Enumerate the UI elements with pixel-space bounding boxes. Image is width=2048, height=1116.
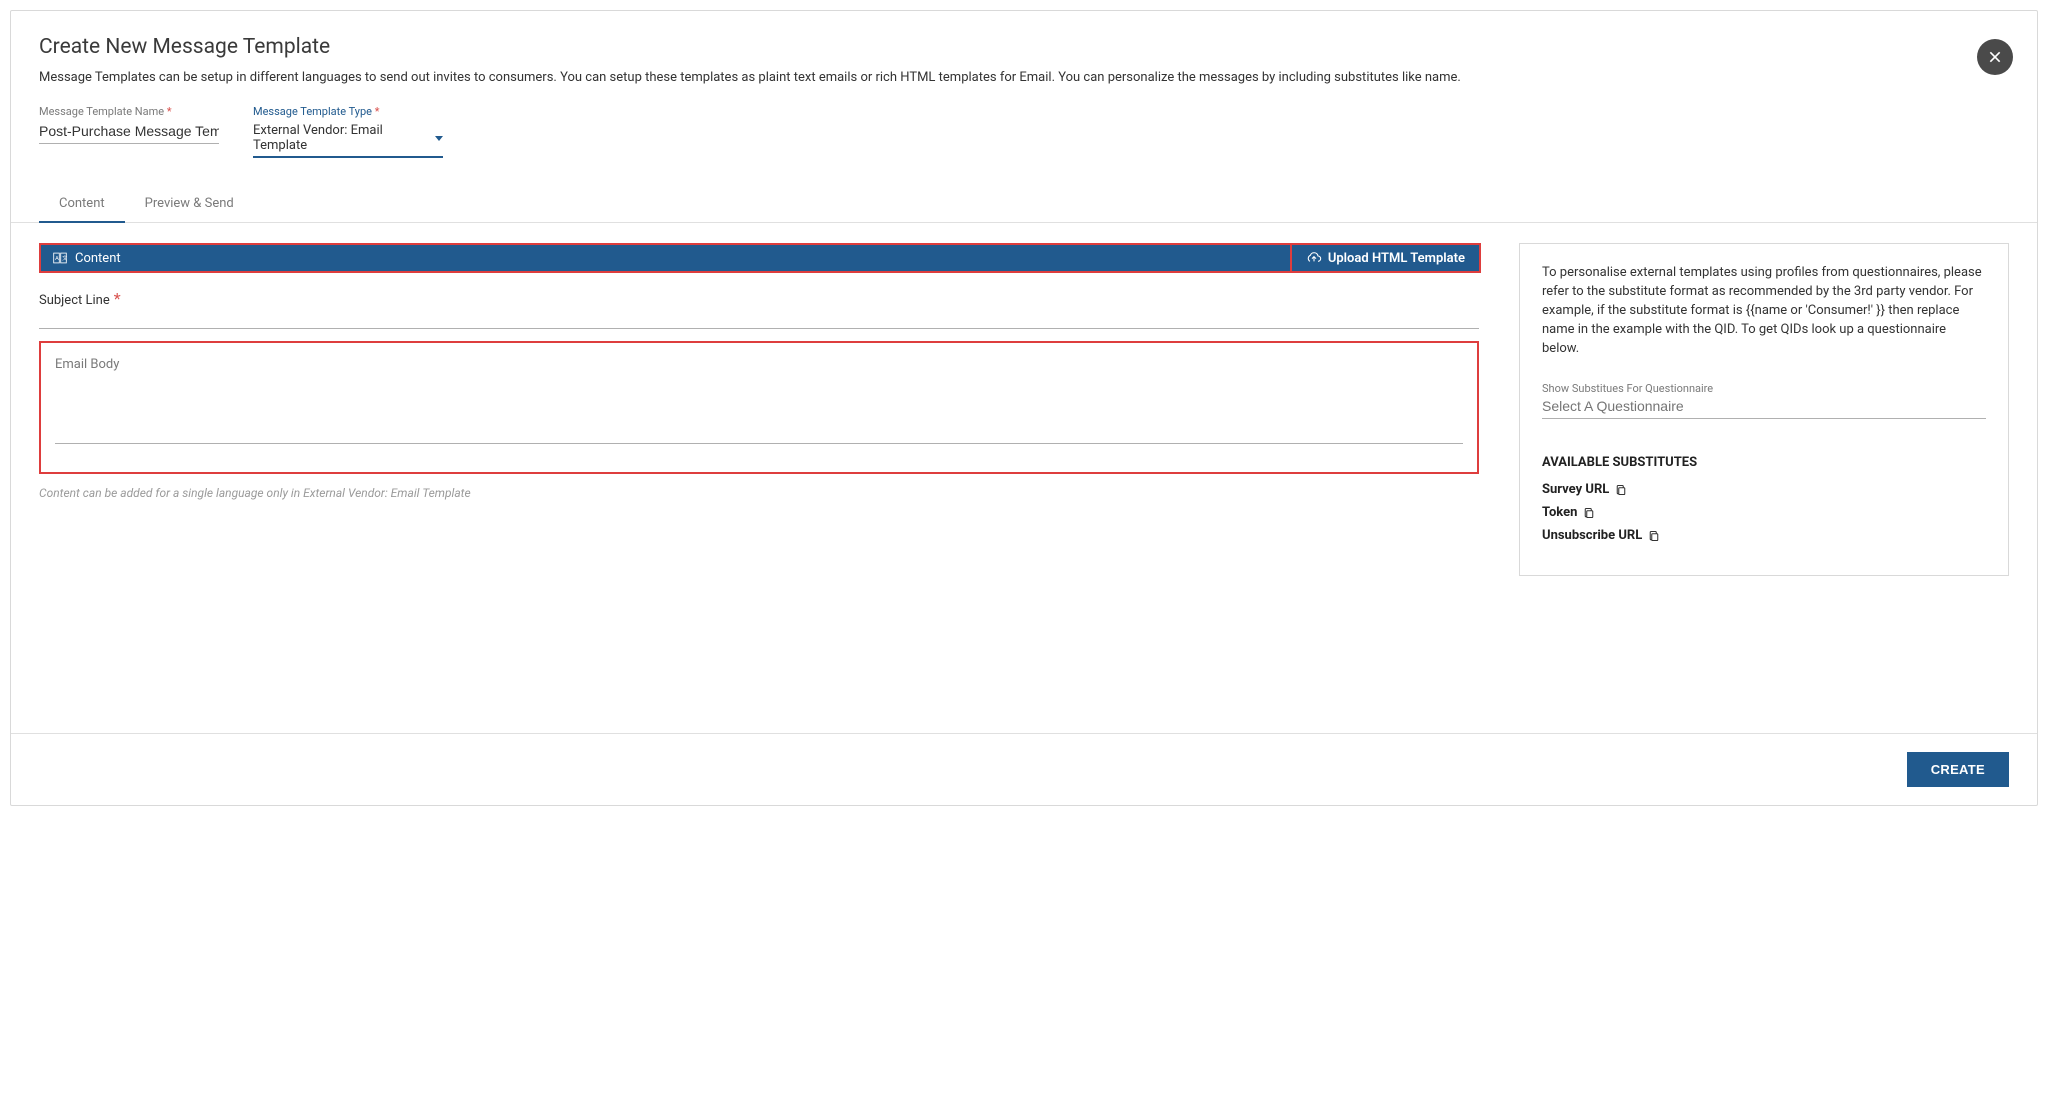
close-icon [1987,49,2003,65]
svg-text:A: A [55,256,59,262]
template-type-value: External Vendor: Email Template [253,120,429,156]
create-template-modal: Create New Message Template Message Temp… [10,10,2038,806]
template-meta-row: Message Template Name * Message Template… [11,105,2037,186]
email-body-field: Email Body [39,341,1479,474]
questionnaire-select-field: Show Substitues For Questionnaire [1542,382,1986,419]
template-name-label: Message Template Name * [39,105,219,118]
questionnaire-select[interactable] [1542,395,1986,419]
required-indicator: * [375,105,380,118]
substitute-label: Unsubscribe URL [1542,528,1642,543]
upload-html-template-label: Upload HTML Template [1328,251,1465,266]
substitutes-panel: To personalise external templates using … [1519,243,2009,576]
substitute-unsubscribe-url: Unsubscribe URL [1542,524,1986,547]
template-type-label: Message Template Type * [253,105,443,118]
substitute-token: Token [1542,501,1986,524]
questionnaire-select-label: Show Substitues For Questionnaire [1542,382,1986,395]
subject-line-input[interactable] [39,309,1479,329]
tabs: Content Preview & Send [11,186,2037,223]
template-type-select[interactable]: External Vendor: Email Template [253,120,443,158]
modal-header: Create New Message Template [11,11,2037,69]
available-substitutes-title: AVAILABLE SUBSTITUTES [1542,455,1986,470]
substitute-label: Token [1542,505,1577,520]
copy-icon[interactable] [1615,484,1627,496]
required-indicator: * [167,105,172,118]
tab-content[interactable]: Content [39,186,125,223]
content-bar-label: Content [75,251,121,266]
content-bar-label-wrap: A 文 Content [53,251,121,266]
template-name-input[interactable] [39,120,219,144]
modal-body: A 文 Content Upload HTML Template [11,223,2037,733]
template-type-label-text: Message Template Type [253,105,372,118]
modal-intro: Message Templates can be setup in differ… [11,69,2037,105]
email-body-input[interactable] [55,374,1463,444]
copy-icon[interactable] [1583,507,1595,519]
subject-line-label: Subject Line [39,293,110,308]
required-indicator: * [114,289,121,308]
close-button[interactable] [1977,39,2013,75]
template-name-label-text: Message Template Name [39,105,164,118]
modal-title: Create New Message Template [39,35,2009,59]
email-body-label: Email Body [55,357,1463,372]
tab-preview-send[interactable]: Preview & Send [125,186,254,223]
subject-line-field: Subject Line * [39,289,1479,329]
chevron-down-icon [435,136,443,141]
cloud-upload-icon [1306,251,1322,265]
content-column: A 文 Content Upload HTML Template [39,243,1479,500]
upload-html-template-button[interactable]: Upload HTML Template [1290,243,1481,273]
substitutes-description: To personalise external templates using … [1542,264,1986,358]
modal-footer: CREATE [11,733,2037,805]
content-helper-text: Content can be added for a single langua… [39,486,1479,500]
content-icon: A 文 [53,252,67,264]
template-type-field: Message Template Type * External Vendor:… [253,105,443,158]
subject-line-label-wrap: Subject Line * [39,289,1479,308]
copy-icon[interactable] [1648,530,1660,542]
create-button[interactable]: CREATE [1907,752,2009,787]
substitute-label: Survey URL [1542,482,1609,497]
content-bar: A 文 Content Upload HTML Template [39,243,1479,273]
substitutes-list: Survey URL Token Unsubscribe URL [1542,478,1986,547]
template-name-field: Message Template Name * [39,105,219,158]
substitute-survey-url: Survey URL [1542,478,1986,501]
